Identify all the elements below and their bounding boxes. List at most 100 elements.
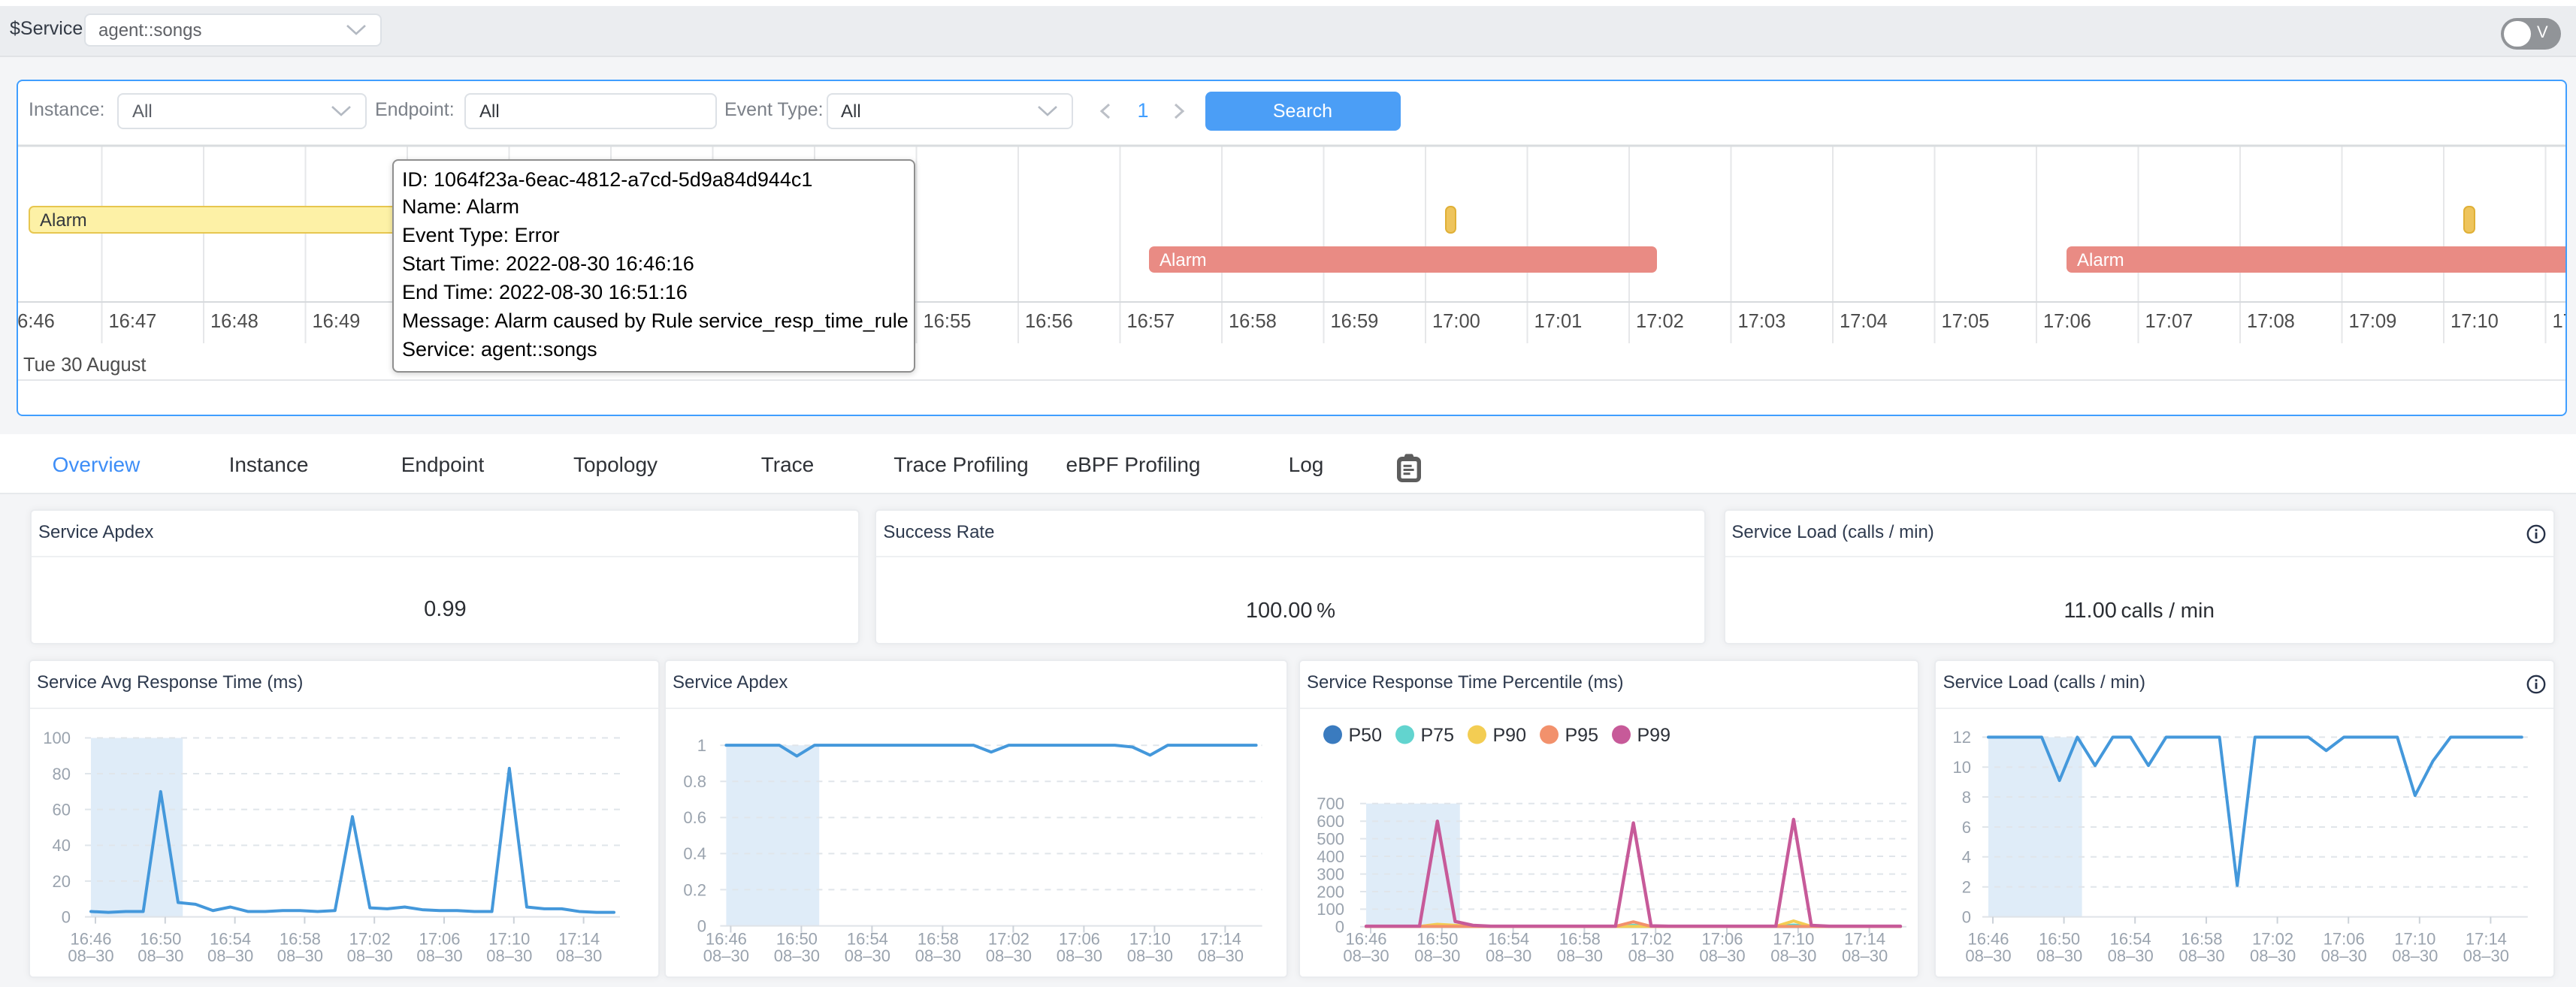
svg-text:08–30: 08–30: [1057, 946, 1102, 965]
svg-text:08–30: 08–30: [1414, 946, 1460, 965]
svg-text:16:50: 16:50: [2039, 930, 2081, 949]
svg-text:08–30: 08–30: [1770, 946, 1816, 965]
svg-text:16:58: 16:58: [280, 930, 321, 949]
svg-text:16:59: 16:59: [1330, 311, 1378, 332]
svg-text:08–30: 08–30: [1127, 946, 1173, 965]
svg-text:2: 2: [1962, 878, 1971, 897]
svg-text:20: 20: [53, 872, 71, 891]
svg-text:08–30: 08–30: [774, 946, 820, 965]
svg-text:17:02: 17:02: [2253, 930, 2294, 949]
svg-text:16:58: 16:58: [2181, 930, 2223, 949]
svg-text:6: 6: [1962, 818, 1971, 837]
svg-text:17:10: 17:10: [1773, 930, 1814, 949]
svg-text:8: 8: [1962, 788, 1971, 807]
svg-text:16:58: 16:58: [918, 930, 959, 949]
svg-text:16:50: 16:50: [140, 930, 181, 949]
svg-text:700: 700: [1317, 795, 1344, 813]
svg-text:16:58: 16:58: [1228, 311, 1276, 332]
svg-text:17:03: 17:03: [1737, 311, 1785, 332]
svg-text:Tue 30 August: Tue 30 August: [23, 355, 146, 376]
svg-text:08–30: 08–30: [1699, 946, 1745, 965]
svg-text:08–30: 08–30: [986, 946, 1032, 965]
svg-text:08–30: 08–30: [68, 946, 113, 965]
svg-text:16:58: 16:58: [1559, 930, 1601, 949]
svg-text:400: 400: [1317, 847, 1344, 866]
svg-text:16:54: 16:54: [2110, 930, 2151, 949]
svg-text:08–30: 08–30: [1198, 946, 1244, 965]
svg-text:08–30: 08–30: [2108, 946, 2154, 965]
svg-text:17:06: 17:06: [1059, 930, 1100, 949]
svg-text:0.2: 0.2: [683, 881, 706, 900]
svg-text:16:46: 16:46: [1968, 930, 2009, 949]
svg-text:17:06: 17:06: [1701, 930, 1743, 949]
svg-text:16:50: 16:50: [776, 930, 818, 949]
svg-text:17:09: 17:09: [2348, 311, 2396, 332]
svg-text:Alarm: Alarm: [39, 210, 86, 231]
svg-text:17:10: 17:10: [1129, 930, 1171, 949]
svg-text:16:54: 16:54: [210, 930, 251, 949]
svg-text:17:08: 17:08: [2246, 311, 2294, 332]
svg-text:17:11: 17:11: [2552, 311, 2566, 332]
svg-text:17:02: 17:02: [988, 930, 1029, 949]
svg-text:16:47: 16:47: [108, 311, 156, 332]
svg-text:100: 100: [1317, 901, 1344, 919]
svg-text:16:50: 16:50: [1416, 930, 1458, 949]
svg-text:P90: P90: [1493, 725, 1526, 746]
svg-text:Alarm: Alarm: [1159, 250, 1206, 270]
svg-text:08–30: 08–30: [2179, 946, 2225, 965]
svg-text:0: 0: [1962, 908, 1971, 927]
svg-text:1: 1: [697, 736, 706, 755]
svg-text:80: 80: [53, 765, 71, 783]
svg-text:08–30: 08–30: [207, 946, 253, 965]
svg-text:4: 4: [1962, 848, 1971, 867]
svg-text:600: 600: [1317, 812, 1344, 831]
svg-text:17:06: 17:06: [419, 930, 460, 949]
svg-text:17:02: 17:02: [1635, 311, 1683, 332]
svg-text:16:48: 16:48: [210, 311, 258, 332]
svg-text:12: 12: [1953, 729, 1971, 747]
svg-text:16:46: 16:46: [70, 930, 111, 949]
svg-text:17:14: 17:14: [1200, 930, 1241, 949]
svg-text:08–30: 08–30: [1966, 946, 2012, 965]
svg-text:16:54: 16:54: [847, 930, 888, 949]
svg-text:08–30: 08–30: [277, 946, 323, 965]
svg-text:Alarm: Alarm: [2076, 250, 2124, 270]
svg-text:300: 300: [1317, 865, 1344, 884]
svg-text:500: 500: [1317, 830, 1344, 849]
svg-text:17:14: 17:14: [1844, 930, 1885, 949]
svg-text:0.6: 0.6: [683, 809, 706, 828]
svg-text:17:02: 17:02: [349, 930, 391, 949]
svg-text:P99: P99: [1637, 725, 1670, 746]
svg-text:16:46: 16:46: [706, 930, 747, 949]
svg-text:08–30: 08–30: [347, 946, 393, 965]
svg-text:17:10: 17:10: [2395, 930, 2436, 949]
svg-text:17:10: 17:10: [2450, 311, 2498, 332]
svg-text:08–30: 08–30: [915, 946, 961, 965]
svg-text:08–30: 08–30: [845, 946, 890, 965]
svg-text:17:04: 17:04: [1839, 311, 1887, 332]
svg-text:16:56: 16:56: [1024, 311, 1072, 332]
svg-text:P95: P95: [1565, 725, 1598, 746]
svg-text:10: 10: [1953, 758, 1971, 777]
svg-text:08–30: 08–30: [486, 946, 532, 965]
svg-text:16:57: 16:57: [1126, 311, 1175, 332]
svg-text:08–30: 08–30: [703, 946, 749, 965]
svg-text:16:46: 16:46: [17, 311, 54, 332]
svg-text:17:07: 17:07: [2145, 311, 2193, 332]
svg-text:17:02: 17:02: [1631, 930, 1672, 949]
svg-text:17:14: 17:14: [558, 930, 600, 949]
svg-text:08–30: 08–30: [556, 946, 602, 965]
svg-text:17:10: 17:10: [488, 930, 530, 949]
svg-text:08–30: 08–30: [1486, 946, 1531, 965]
svg-text:08–30: 08–30: [2037, 946, 2083, 965]
svg-text:08–30: 08–30: [2463, 946, 2509, 965]
svg-text:17:01: 17:01: [1534, 311, 1582, 332]
svg-text:40: 40: [53, 837, 71, 856]
svg-text:08–30: 08–30: [138, 946, 183, 965]
svg-text:17:06: 17:06: [2042, 311, 2091, 332]
svg-text:17:05: 17:05: [1941, 311, 1989, 332]
svg-text:08–30: 08–30: [2251, 946, 2296, 965]
svg-text:08–30: 08–30: [1842, 946, 1888, 965]
svg-text:08–30: 08–30: [1557, 946, 1603, 965]
svg-text:08–30: 08–30: [2393, 946, 2438, 965]
